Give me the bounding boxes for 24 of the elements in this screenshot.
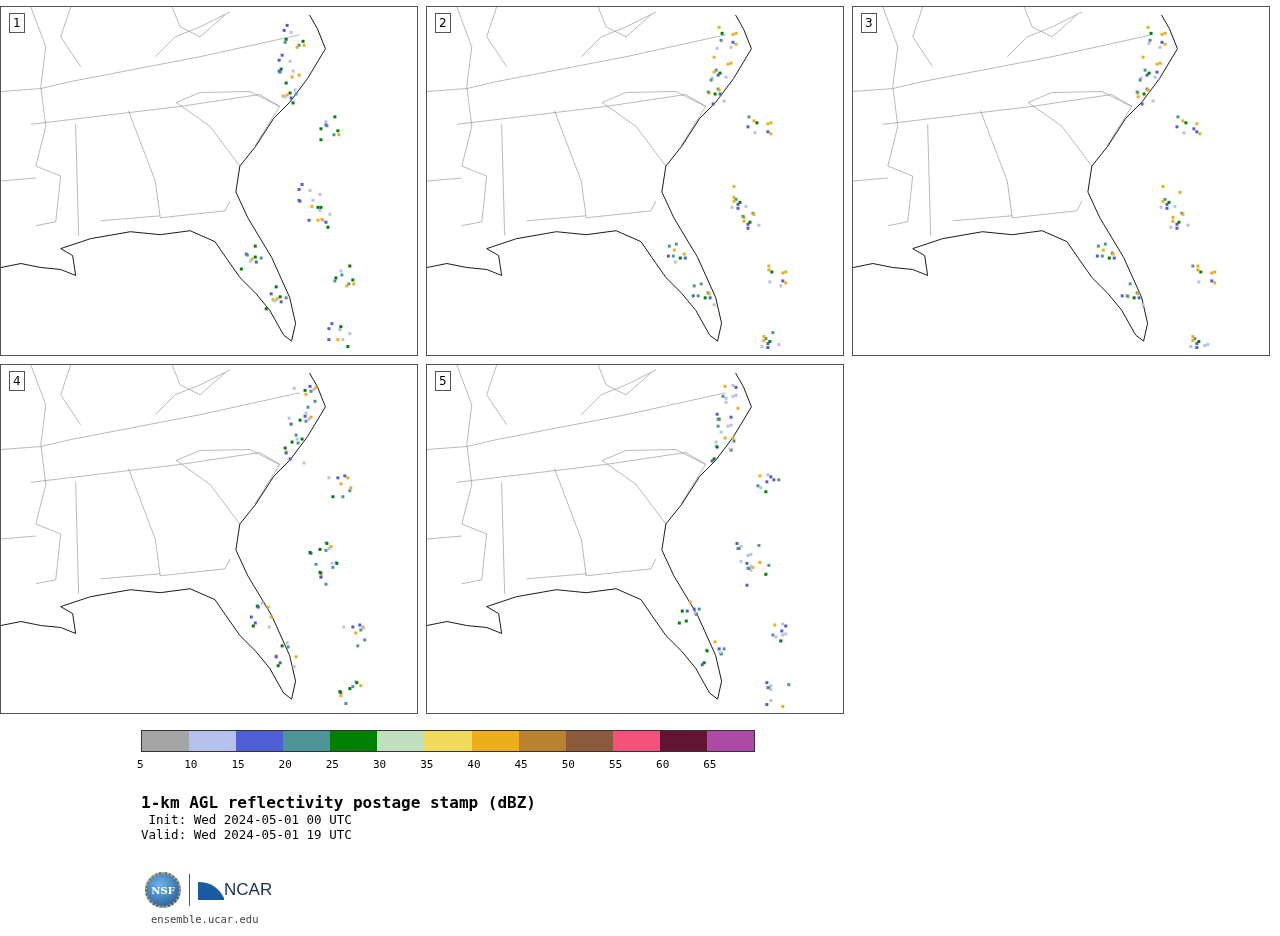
- valid-time: Valid: Wed 2024-05-01 19 UTC: [141, 827, 353, 842]
- colorbar-tick-label: 15: [231, 758, 246, 771]
- colorbar-tick-label: 30: [372, 758, 388, 771]
- panel-number: 4: [9, 371, 25, 391]
- colorbar-tick-label: 10: [184, 758, 199, 771]
- colorbar-tick-label: 50: [561, 758, 576, 771]
- nsf-logo: NSF: [145, 872, 181, 908]
- website-url: ensemble.ucar.edu: [151, 912, 260, 926]
- panel-number: 3: [861, 13, 877, 33]
- panel-number: 5: [435, 371, 451, 391]
- ncar-logo: NCAR: [198, 880, 273, 900]
- colorbar-tick-label: 25: [325, 758, 340, 771]
- colorbar-tick-label: 55: [608, 758, 624, 771]
- colorbar-tick-label: 60: [656, 758, 671, 771]
- colorbar-tick-label: 65: [703, 758, 718, 771]
- colorbar-tick-label: 20: [278, 758, 293, 771]
- colorbar-tick-label: 5: [137, 758, 145, 771]
- colorbar-tick-label: 35: [420, 758, 435, 771]
- chart-title: 1-km AGL reflectivity postage stamp (dBZ): [141, 793, 537, 812]
- panel-number: 1: [9, 13, 25, 33]
- init-time: Init: Wed 2024-05-01 00 UTC: [147, 812, 353, 827]
- panel-number: 2: [435, 13, 451, 33]
- colorbar-tick-label: 40: [467, 758, 482, 771]
- colorbar-tick-label: 45: [514, 758, 529, 771]
